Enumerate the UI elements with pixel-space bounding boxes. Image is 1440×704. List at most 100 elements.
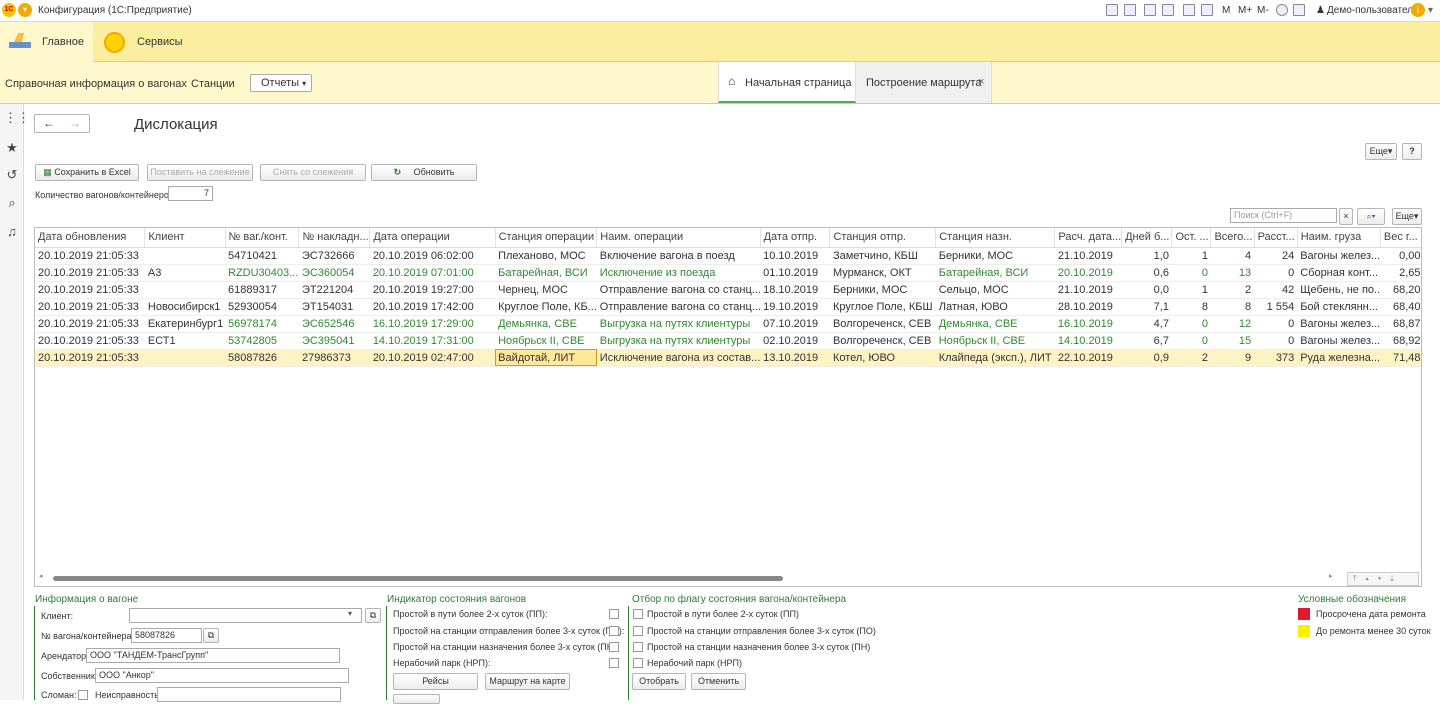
table-cell[interactable]: 20.10.2019 21:05:33: [35, 281, 145, 299]
table-cell[interactable]: Выгрузка на путях клиентуры: [596, 315, 761, 333]
table-cell[interactable]: 13.10.2019: [760, 349, 830, 367]
user-name[interactable]: Демо-пользователь: [1327, 5, 1418, 16]
calendar-icon[interactable]: [1201, 4, 1213, 16]
wagon-number-field[interactable]: 58087826: [131, 628, 202, 643]
table-cell[interactable]: 27986373: [298, 349, 370, 367]
table-cell[interactable]: Отправление вагона со станц...: [596, 281, 761, 299]
table-cell[interactable]: 0,6: [1121, 264, 1172, 282]
table-cell[interactable]: 0: [1254, 264, 1298, 282]
close-icon[interactable]: ×: [978, 76, 984, 88]
table-cell[interactable]: 14.10.2019 17:31:00: [369, 332, 496, 350]
table-cell[interactable]: 19.10.2019: [760, 298, 830, 316]
table-cell[interactable]: Ноябрьск II, СВЕ: [495, 332, 597, 350]
column-header[interactable]: Ост. ...: [1171, 228, 1212, 248]
column-header[interactable]: № накладн...: [298, 228, 371, 248]
table-cell[interactable]: [144, 349, 225, 367]
table-cell[interactable]: 42: [1254, 281, 1298, 299]
table-cell[interactable]: 52930054: [225, 298, 299, 316]
table-cell[interactable]: 07.10.2019: [760, 315, 830, 333]
table-cell[interactable]: ЕСТ1: [144, 332, 225, 350]
tenant-field[interactable]: ООО "ТАНДЕМ-ТрансГрупп": [86, 648, 340, 663]
attach-icon[interactable]: [1144, 4, 1156, 16]
column-header[interactable]: Дата операции: [369, 228, 496, 248]
table-cell[interactable]: 9: [1210, 349, 1255, 367]
scroll-right-icon[interactable]: ▸: [1329, 572, 1333, 580]
row-navigation-buttons[interactable]: ⤒▴▾⤓: [1347, 572, 1419, 586]
table-cell[interactable]: 20.10.2019 21:05:33: [35, 298, 145, 316]
wagon-open-button[interactable]: ⧉: [203, 628, 219, 643]
column-header[interactable]: Вес г...: [1380, 228, 1421, 248]
table-cell[interactable]: Вагоны желез...: [1297, 247, 1381, 265]
table-cell[interactable]: Сельцо, МОС: [935, 281, 1055, 299]
forward-arrow-icon[interactable]: →: [69, 116, 81, 130]
table-cell[interactable]: Выгрузка на путях клиентуры: [596, 332, 761, 350]
table-row[interactable]: 20.10.2019 21:05:33 Екатеринбург1 56978174…: [35, 315, 1421, 333]
table-cell[interactable]: 12: [1210, 315, 1255, 333]
table-cell[interactable]: 4: [1210, 247, 1255, 265]
table-cell[interactable]: [144, 281, 225, 299]
table-cell[interactable]: 68,20: [1380, 281, 1421, 299]
table-cell[interactable]: Новосибирск1: [144, 298, 225, 316]
table-cell[interactable]: 20.10.2019 21:05:33: [35, 315, 145, 333]
filter-nrp-checkbox[interactable]: [633, 658, 643, 668]
memory-m-button[interactable]: M: [1222, 5, 1230, 16]
reports-dropdown[interactable]: Отчеты ▾: [250, 74, 312, 92]
trips-button[interactable]: Рейсы: [393, 673, 478, 690]
table-cell[interactable]: 20.10.2019 02:47:00: [369, 349, 496, 367]
table-cell[interactable]: 20.10.2019 07:01:00: [369, 264, 496, 282]
table-cell[interactable]: 28.10.2019: [1054, 298, 1122, 316]
table-cell[interactable]: 7,1: [1121, 298, 1172, 316]
table-cell[interactable]: Вагоны желез...: [1297, 315, 1381, 333]
print-icon[interactable]: [1124, 4, 1136, 16]
table-cell[interactable]: 2,65: [1380, 264, 1421, 282]
table-cell[interactable]: Вайдотай, ЛИТ: [495, 349, 597, 367]
favorites-star-icon[interactable]: ★: [4, 140, 20, 156]
table-cell[interactable]: 16.10.2019 17:29:00: [369, 315, 496, 333]
info-icon[interactable]: i: [1411, 3, 1425, 17]
table-cell[interactable]: 0: [1171, 332, 1211, 350]
table-cell[interactable]: RZDU30403...: [225, 264, 299, 282]
table-cell[interactable]: 22.10.2019: [1054, 349, 1122, 367]
filter-po-checkbox[interactable]: [633, 626, 643, 636]
table-cell[interactable]: 68,40: [1380, 298, 1421, 316]
table-cell[interactable]: 61889317: [225, 281, 299, 299]
table-cell[interactable]: 16.10.2019: [1054, 315, 1122, 333]
table-cell[interactable]: 24: [1254, 247, 1298, 265]
table-cell[interactable]: Вагоны желез...: [1297, 332, 1381, 350]
table-cell[interactable]: 01.10.2019: [760, 264, 830, 282]
search-input[interactable]: Поиск (Ctrl+F): [1230, 208, 1337, 223]
table-row[interactable]: 20.10.2019 21:05:33 А3 RZDU30403... ЭС36005…: [35, 264, 1421, 282]
table-row[interactable]: 20.10.2019 21:05:33 54710421 ЭС732666 20.10…: [35, 247, 1421, 265]
table-cell[interactable]: Мурманск, ОКТ: [829, 264, 936, 282]
table-cell[interactable]: 20.10.2019 21:05:33: [35, 247, 145, 265]
table-cell[interactable]: Батарейная, ВСИ: [495, 264, 597, 282]
column-header[interactable]: Наим. груза: [1297, 228, 1381, 248]
column-header[interactable]: Всего...: [1210, 228, 1255, 248]
table-cell[interactable]: 21.10.2019: [1054, 281, 1122, 299]
track-button[interactable]: Поставить на слежение: [147, 164, 253, 181]
table-cell[interactable]: Екатеринбург1: [144, 315, 225, 333]
table-cell[interactable]: Батарейная, ВСИ: [935, 264, 1055, 282]
table-cell[interactable]: 8: [1171, 298, 1211, 316]
tab-route-building[interactable]: Построение маршрута ×: [856, 62, 992, 103]
table-cell[interactable]: Руда железна...: [1297, 349, 1381, 367]
client-open-button[interactable]: ⧉: [365, 608, 381, 623]
untrack-button[interactable]: Снять со слежения: [260, 164, 366, 181]
table-cell[interactable]: 373: [1254, 349, 1298, 367]
table-cell[interactable]: 56978174: [225, 315, 299, 333]
table-cell[interactable]: 0: [1171, 315, 1211, 333]
nav-link-wagon-info[interactable]: Справочная информация о вагонах: [5, 78, 187, 90]
tab-home-page[interactable]: ⌂ Начальная страница: [718, 62, 856, 103]
column-header[interactable]: Станция операции: [495, 228, 598, 248]
table-cell[interactable]: Клайпеда (эксп.), ЛИТ: [935, 349, 1055, 367]
column-header[interactable]: Станция отпр.: [829, 228, 937, 248]
table-cell[interactable]: Латная, ЮВО: [935, 298, 1055, 316]
table-cell[interactable]: Щебень, не по...: [1297, 281, 1381, 299]
column-header[interactable]: Расч. дата...: [1054, 228, 1123, 248]
search-button[interactable]: ⌕▾: [1357, 208, 1385, 225]
memory-mminus-button[interactable]: M-: [1257, 5, 1269, 16]
nav-link-stations[interactable]: Станции: [191, 78, 235, 90]
apps-grid-icon[interactable]: ⋮⋮: [4, 110, 30, 126]
table-row[interactable]: 20.10.2019 21:05:33 58087826 27986373 20.10…: [35, 349, 1421, 367]
section-services[interactable]: Сервисы: [137, 36, 183, 48]
